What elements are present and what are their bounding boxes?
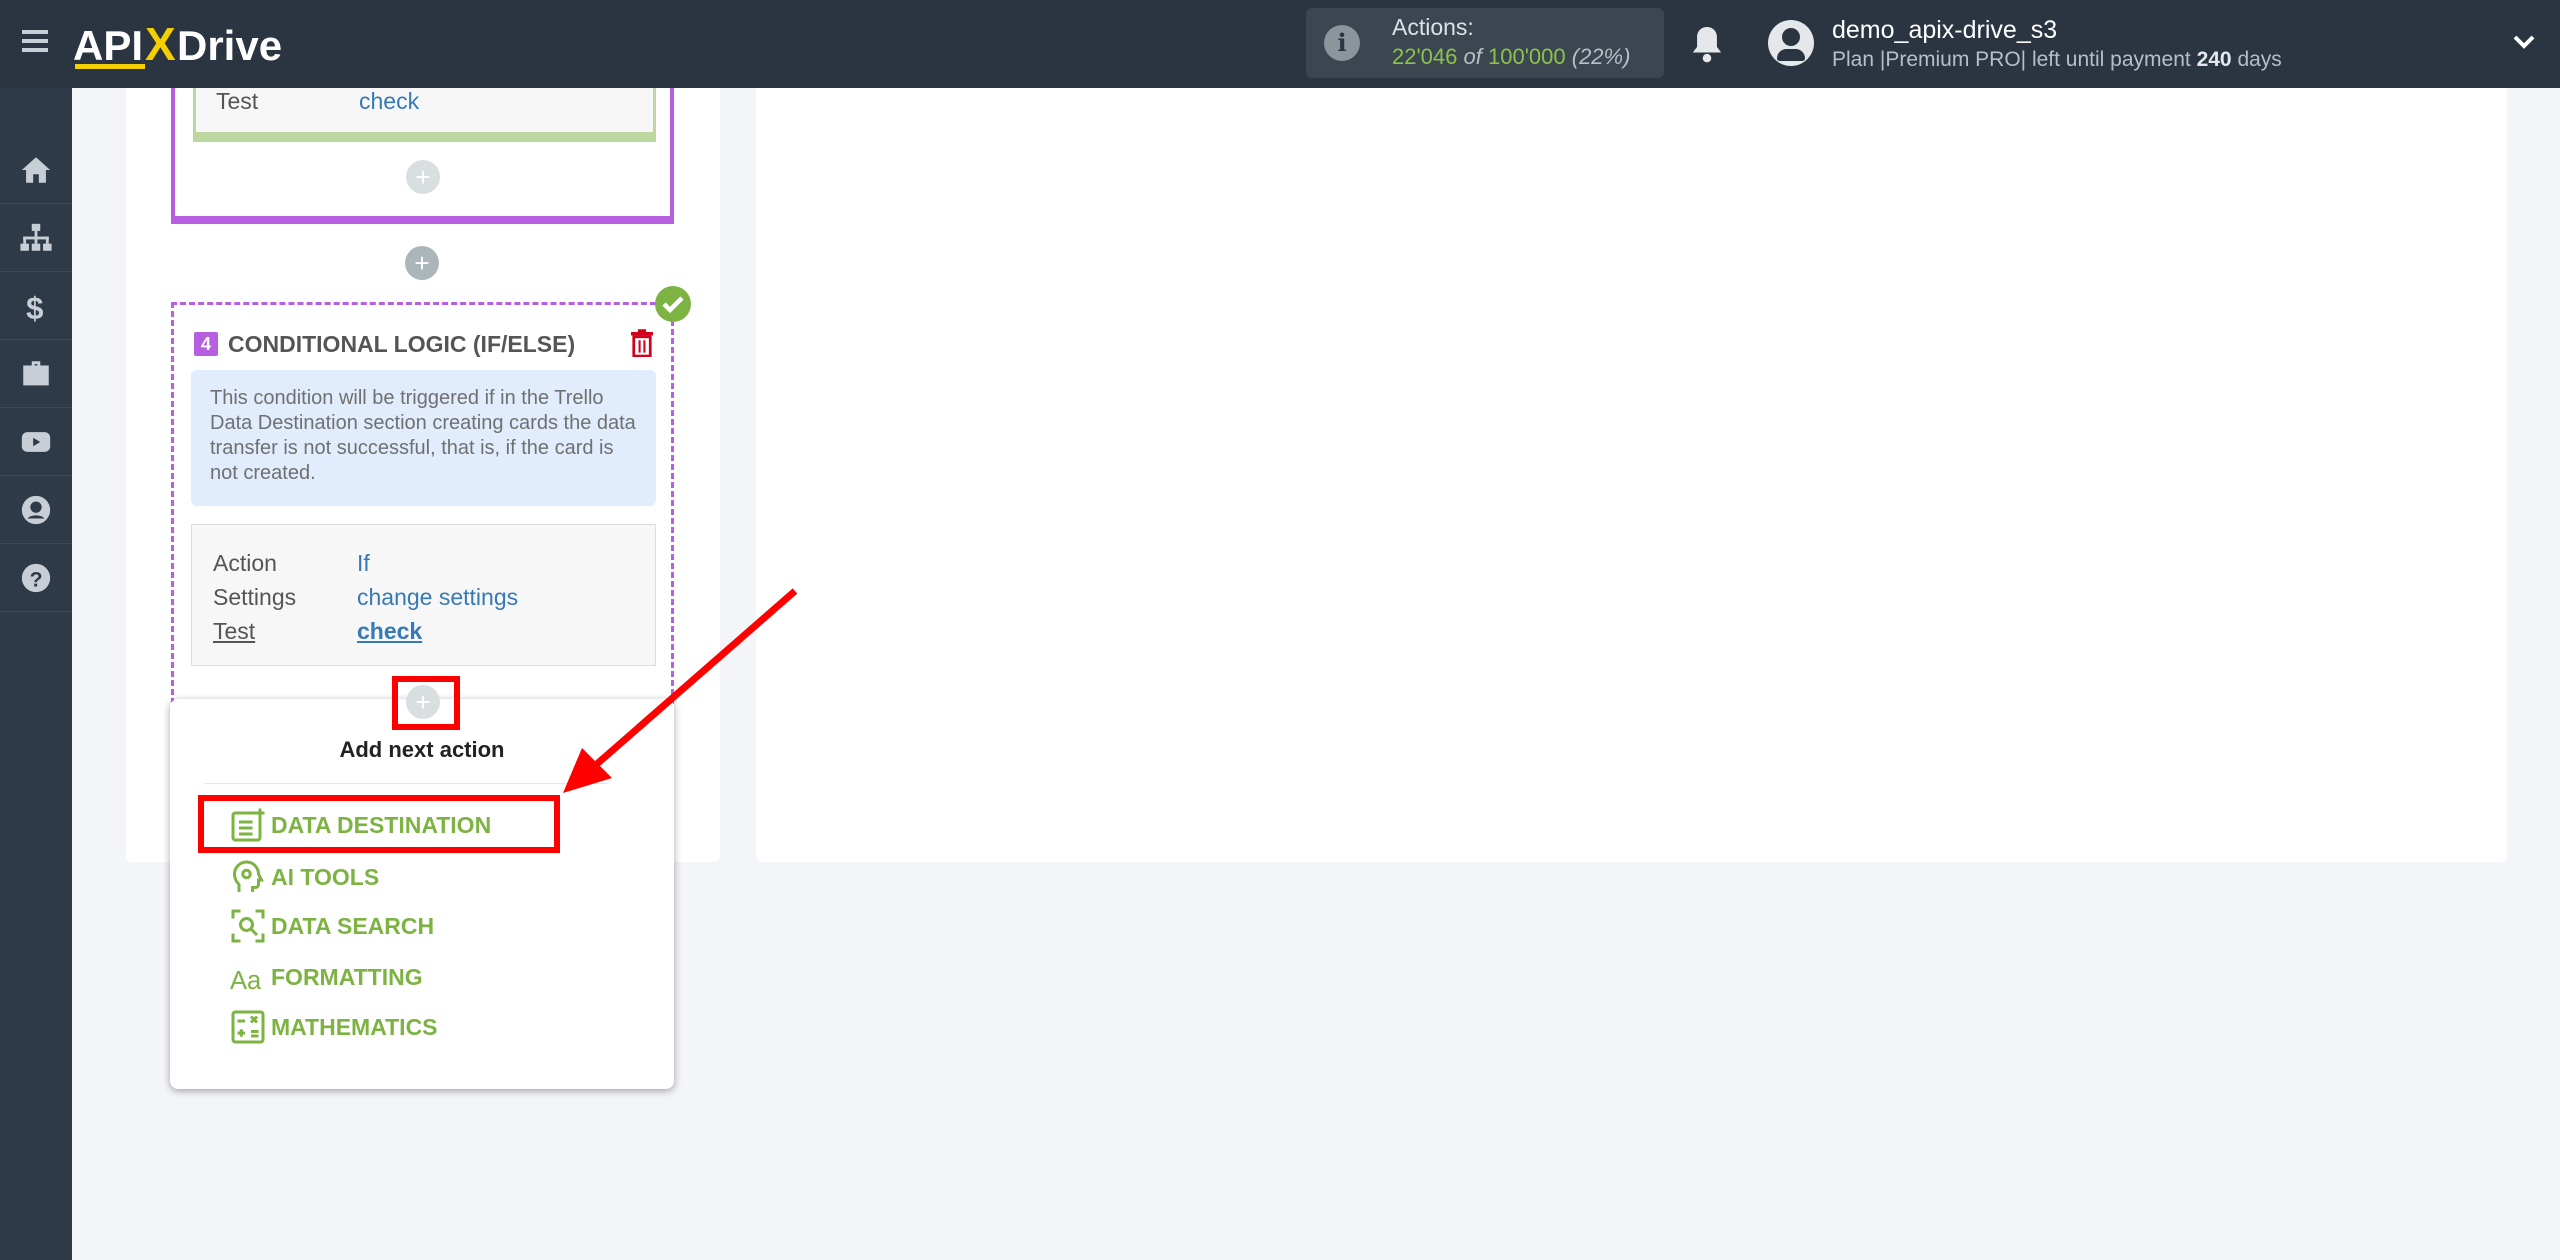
annotation-arrow	[563, 588, 798, 793]
